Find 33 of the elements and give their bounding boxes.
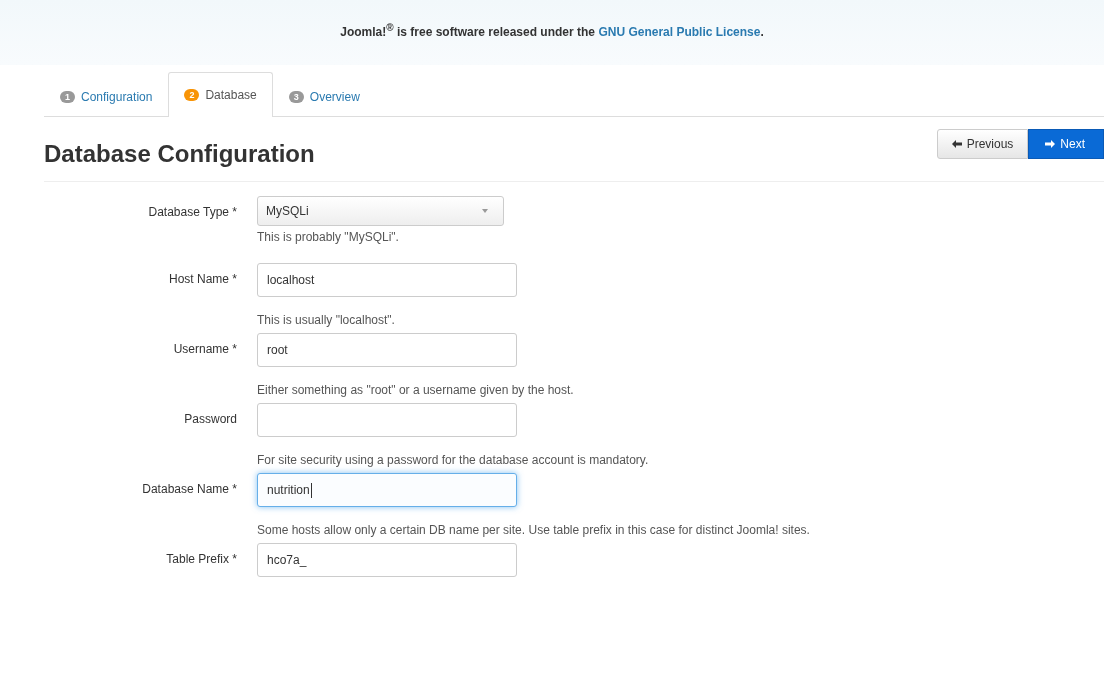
field-label: Username *: [172, 341, 237, 356]
step-number: 3: [288, 90, 304, 103]
input-field[interactable]: nutrition: [257, 473, 517, 507]
field-label: Host Name *: [167, 271, 237, 286]
step-tab[interactable]: 2 Database: [168, 72, 273, 117]
field-label: Table Prefix *: [165, 551, 237, 566]
input-field[interactable]: hco7a_: [257, 543, 517, 577]
caret-icon: [482, 209, 488, 213]
step-tab[interactable]: 3 Overview: [272, 75, 376, 117]
help-text: This is probably "MySQLi".: [257, 230, 400, 244]
step-number: 2: [184, 89, 200, 101]
previous-button[interactable]: Previous: [936, 129, 1029, 159]
right-arrow-icon: [1045, 140, 1056, 148]
license-notice: Joomla!$^{®}$ is free software released under the GNU General Public License.: [340, 21, 764, 39]
help-text: This is usually "localhost".: [257, 313, 396, 327]
field-label: Database Type *: [147, 204, 237, 219]
step-number: 1: [60, 90, 75, 103]
tab-label: Database: [205, 88, 257, 102]
help-text: Either something as "root" or a username given by the host.: [257, 383, 574, 397]
field-label: Password: [183, 411, 237, 426]
next-button[interactable]: Next: [1028, 129, 1104, 159]
field-label: Database Name *: [141, 481, 237, 496]
step-tab[interactable]: 1 Configuration: [44, 75, 169, 117]
page-heading: Database Configuration: [44, 140, 315, 168]
tab-label: Configuration: [81, 89, 153, 104]
help-text: Some hosts allow only a certain DB name per site. Use table prefix in this case for distinct Joomla! sites.: [257, 523, 810, 537]
help-text: For site security using a password for the database account is mandatory.: [257, 453, 649, 467]
tab-label: Overview: [309, 89, 360, 104]
input-field[interactable]: root: [257, 333, 517, 367]
input-field[interactable]: [257, 403, 517, 437]
database-type-dropdown[interactable]: MySQLi: [257, 196, 504, 226]
input-field[interactable]: localhost: [257, 263, 517, 297]
left-arrow-icon: [951, 140, 962, 148]
